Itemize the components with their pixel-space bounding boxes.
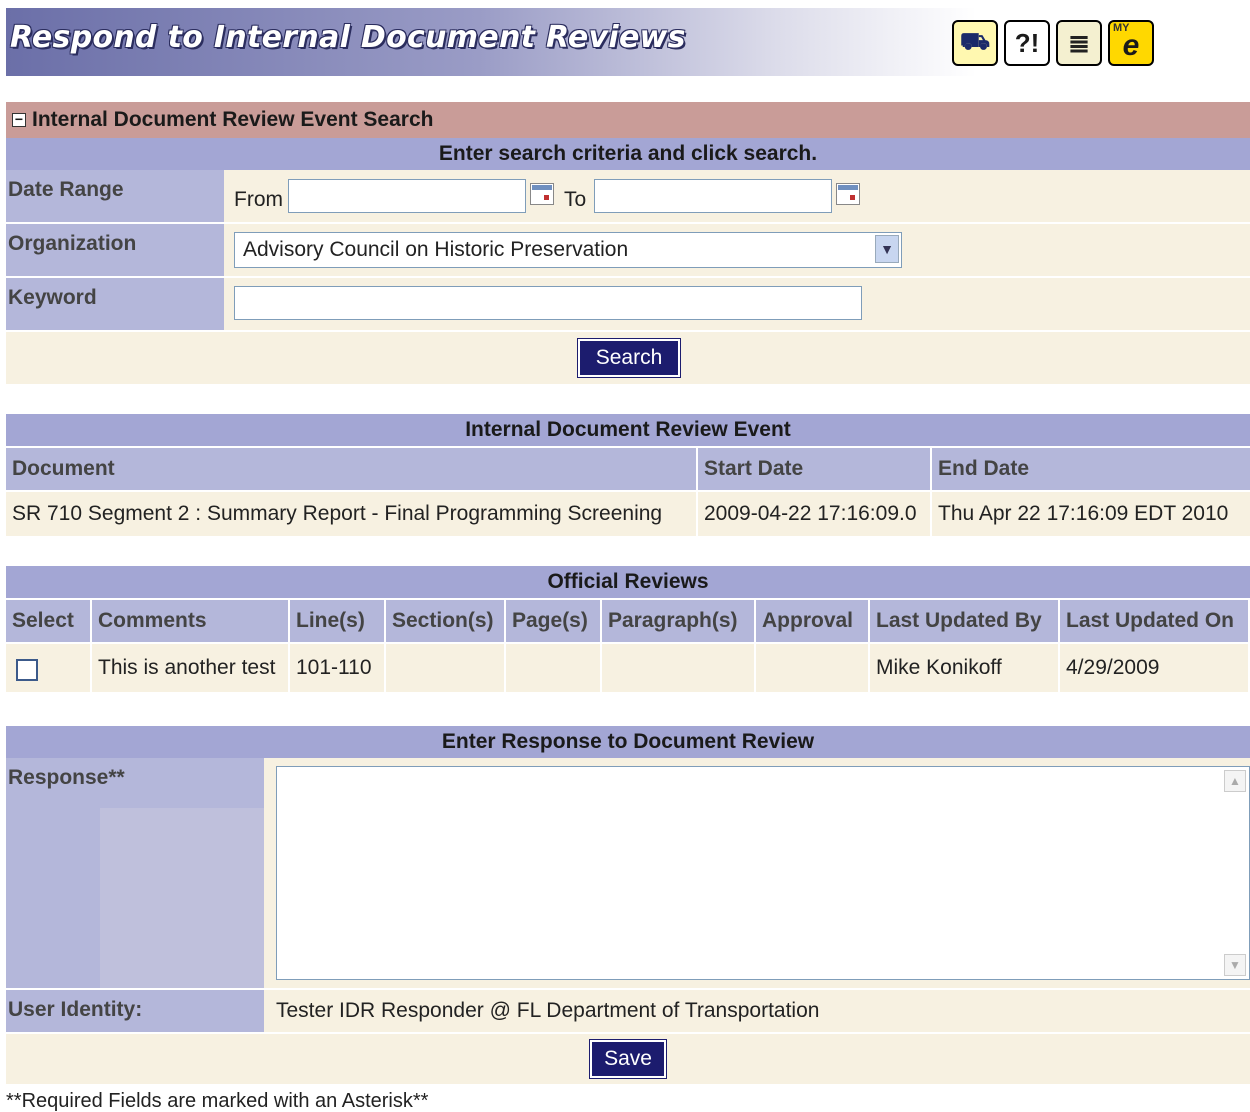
- to-date-input[interactable]: [594, 179, 832, 213]
- search-instruction: Enter search criteria and click search.: [6, 138, 1250, 170]
- review-select-checkbox[interactable]: [16, 659, 38, 681]
- search-button[interactable]: Search: [577, 338, 681, 378]
- keyword-label: Keyword: [6, 278, 224, 330]
- from-label: From: [234, 188, 283, 211]
- column-header-comments: Comments: [92, 600, 288, 642]
- to-calendar-icon[interactable]: [836, 183, 860, 205]
- column-header-sections: Section(s): [386, 600, 504, 642]
- response-title: Enter Response to Document Review: [6, 726, 1250, 758]
- event-document: SR 710 Segment 2 : Summary Report - Fina…: [6, 492, 696, 536]
- to-label: To: [564, 188, 587, 211]
- review-comments: This is another test: [92, 644, 288, 692]
- organization-label: Organization: [6, 224, 224, 276]
- add-document-icon[interactable]: ≣: [1056, 20, 1102, 66]
- event-end-date: Thu Apr 22 17:16:09 EDT 2010: [932, 492, 1250, 536]
- table-row: SR 710 Segment 2 : Summary Report - Fina…: [6, 492, 1250, 536]
- date-range-label: Date Range: [6, 170, 224, 222]
- header-toolbar: ⛟ ?! ≣ MY e: [952, 20, 1154, 66]
- review-paragraphs: [602, 644, 754, 692]
- help-icon[interactable]: ?!: [1004, 20, 1050, 66]
- page-title: Respond to Internal Document Reviews: [10, 20, 686, 55]
- column-header-approval: Approval: [756, 600, 868, 642]
- collapse-icon[interactable]: −: [12, 112, 26, 127]
- table-row: This is another test 101-110 Mike Koniko…: [6, 644, 1250, 692]
- map-icon[interactable]: ⛟: [952, 20, 998, 66]
- my-e-glyph: e: [1122, 29, 1140, 62]
- search-section-title-text: Internal Document Review Event Search: [32, 108, 434, 131]
- event-header-row: Document Start Date End Date: [6, 448, 1250, 490]
- from-date-input[interactable]: [288, 179, 526, 213]
- column-header-lines: Line(s): [290, 600, 384, 642]
- my-e-label: MY: [1113, 22, 1130, 34]
- reviews-header-row: Select Comments Line(s) Section(s) Page(…: [6, 600, 1250, 642]
- my-e-icon[interactable]: MY e: [1108, 20, 1154, 66]
- column-header-select: Select: [6, 600, 90, 642]
- user-identity-label: User Identity:: [6, 990, 264, 1032]
- organization-select[interactable]: Advisory Council on Historic Preservatio…: [234, 232, 902, 268]
- reviews-title: Official Reviews: [6, 566, 1250, 598]
- column-header-pages: Page(s): [506, 600, 600, 642]
- column-header-last-updated-on: Last Updated On: [1060, 600, 1248, 642]
- review-last-updated-on: 4/29/2009: [1060, 644, 1248, 692]
- scroll-up-icon[interactable]: ▲: [1224, 770, 1246, 792]
- keyword-input[interactable]: [234, 286, 862, 320]
- chevron-down-icon[interactable]: ▼: [875, 235, 899, 263]
- search-section-title[interactable]: − Internal Document Review Event Search: [6, 102, 1250, 138]
- event-title: Internal Document Review Event: [6, 414, 1250, 446]
- page-header: Respond to Internal Document Reviews ⛟ ?…: [6, 8, 1250, 76]
- response-textarea[interactable]: [276, 766, 1250, 980]
- review-pages: [506, 644, 600, 692]
- scroll-down-icon[interactable]: ▼: [1224, 954, 1246, 976]
- column-header-document: Document: [6, 448, 696, 490]
- required-fields-footnote: **Required Fields are marked with an Ast…: [6, 1090, 429, 1112]
- column-header-end-date: End Date: [932, 448, 1250, 490]
- column-header-last-updated-by: Last Updated By: [870, 600, 1058, 642]
- save-button[interactable]: Save: [589, 1039, 667, 1079]
- review-sections: [386, 644, 504, 692]
- column-header-paragraphs: Paragraph(s): [602, 600, 754, 642]
- column-header-start-date: Start Date: [698, 448, 930, 490]
- event-start-date: 2009-04-22 17:16:09.0: [698, 492, 930, 536]
- review-lines: 101-110: [290, 644, 384, 692]
- select-cell: [6, 644, 90, 692]
- review-last-updated-by: Mike Konikoff: [870, 644, 1058, 692]
- label-shading: [100, 808, 264, 988]
- organization-selected-value: Advisory Council on Historic Preservatio…: [243, 238, 629, 261]
- user-identity-value: Tester IDR Responder @ FL Department of …: [276, 999, 820, 1022]
- review-approval: [756, 644, 868, 692]
- from-calendar-icon[interactable]: [530, 183, 554, 205]
